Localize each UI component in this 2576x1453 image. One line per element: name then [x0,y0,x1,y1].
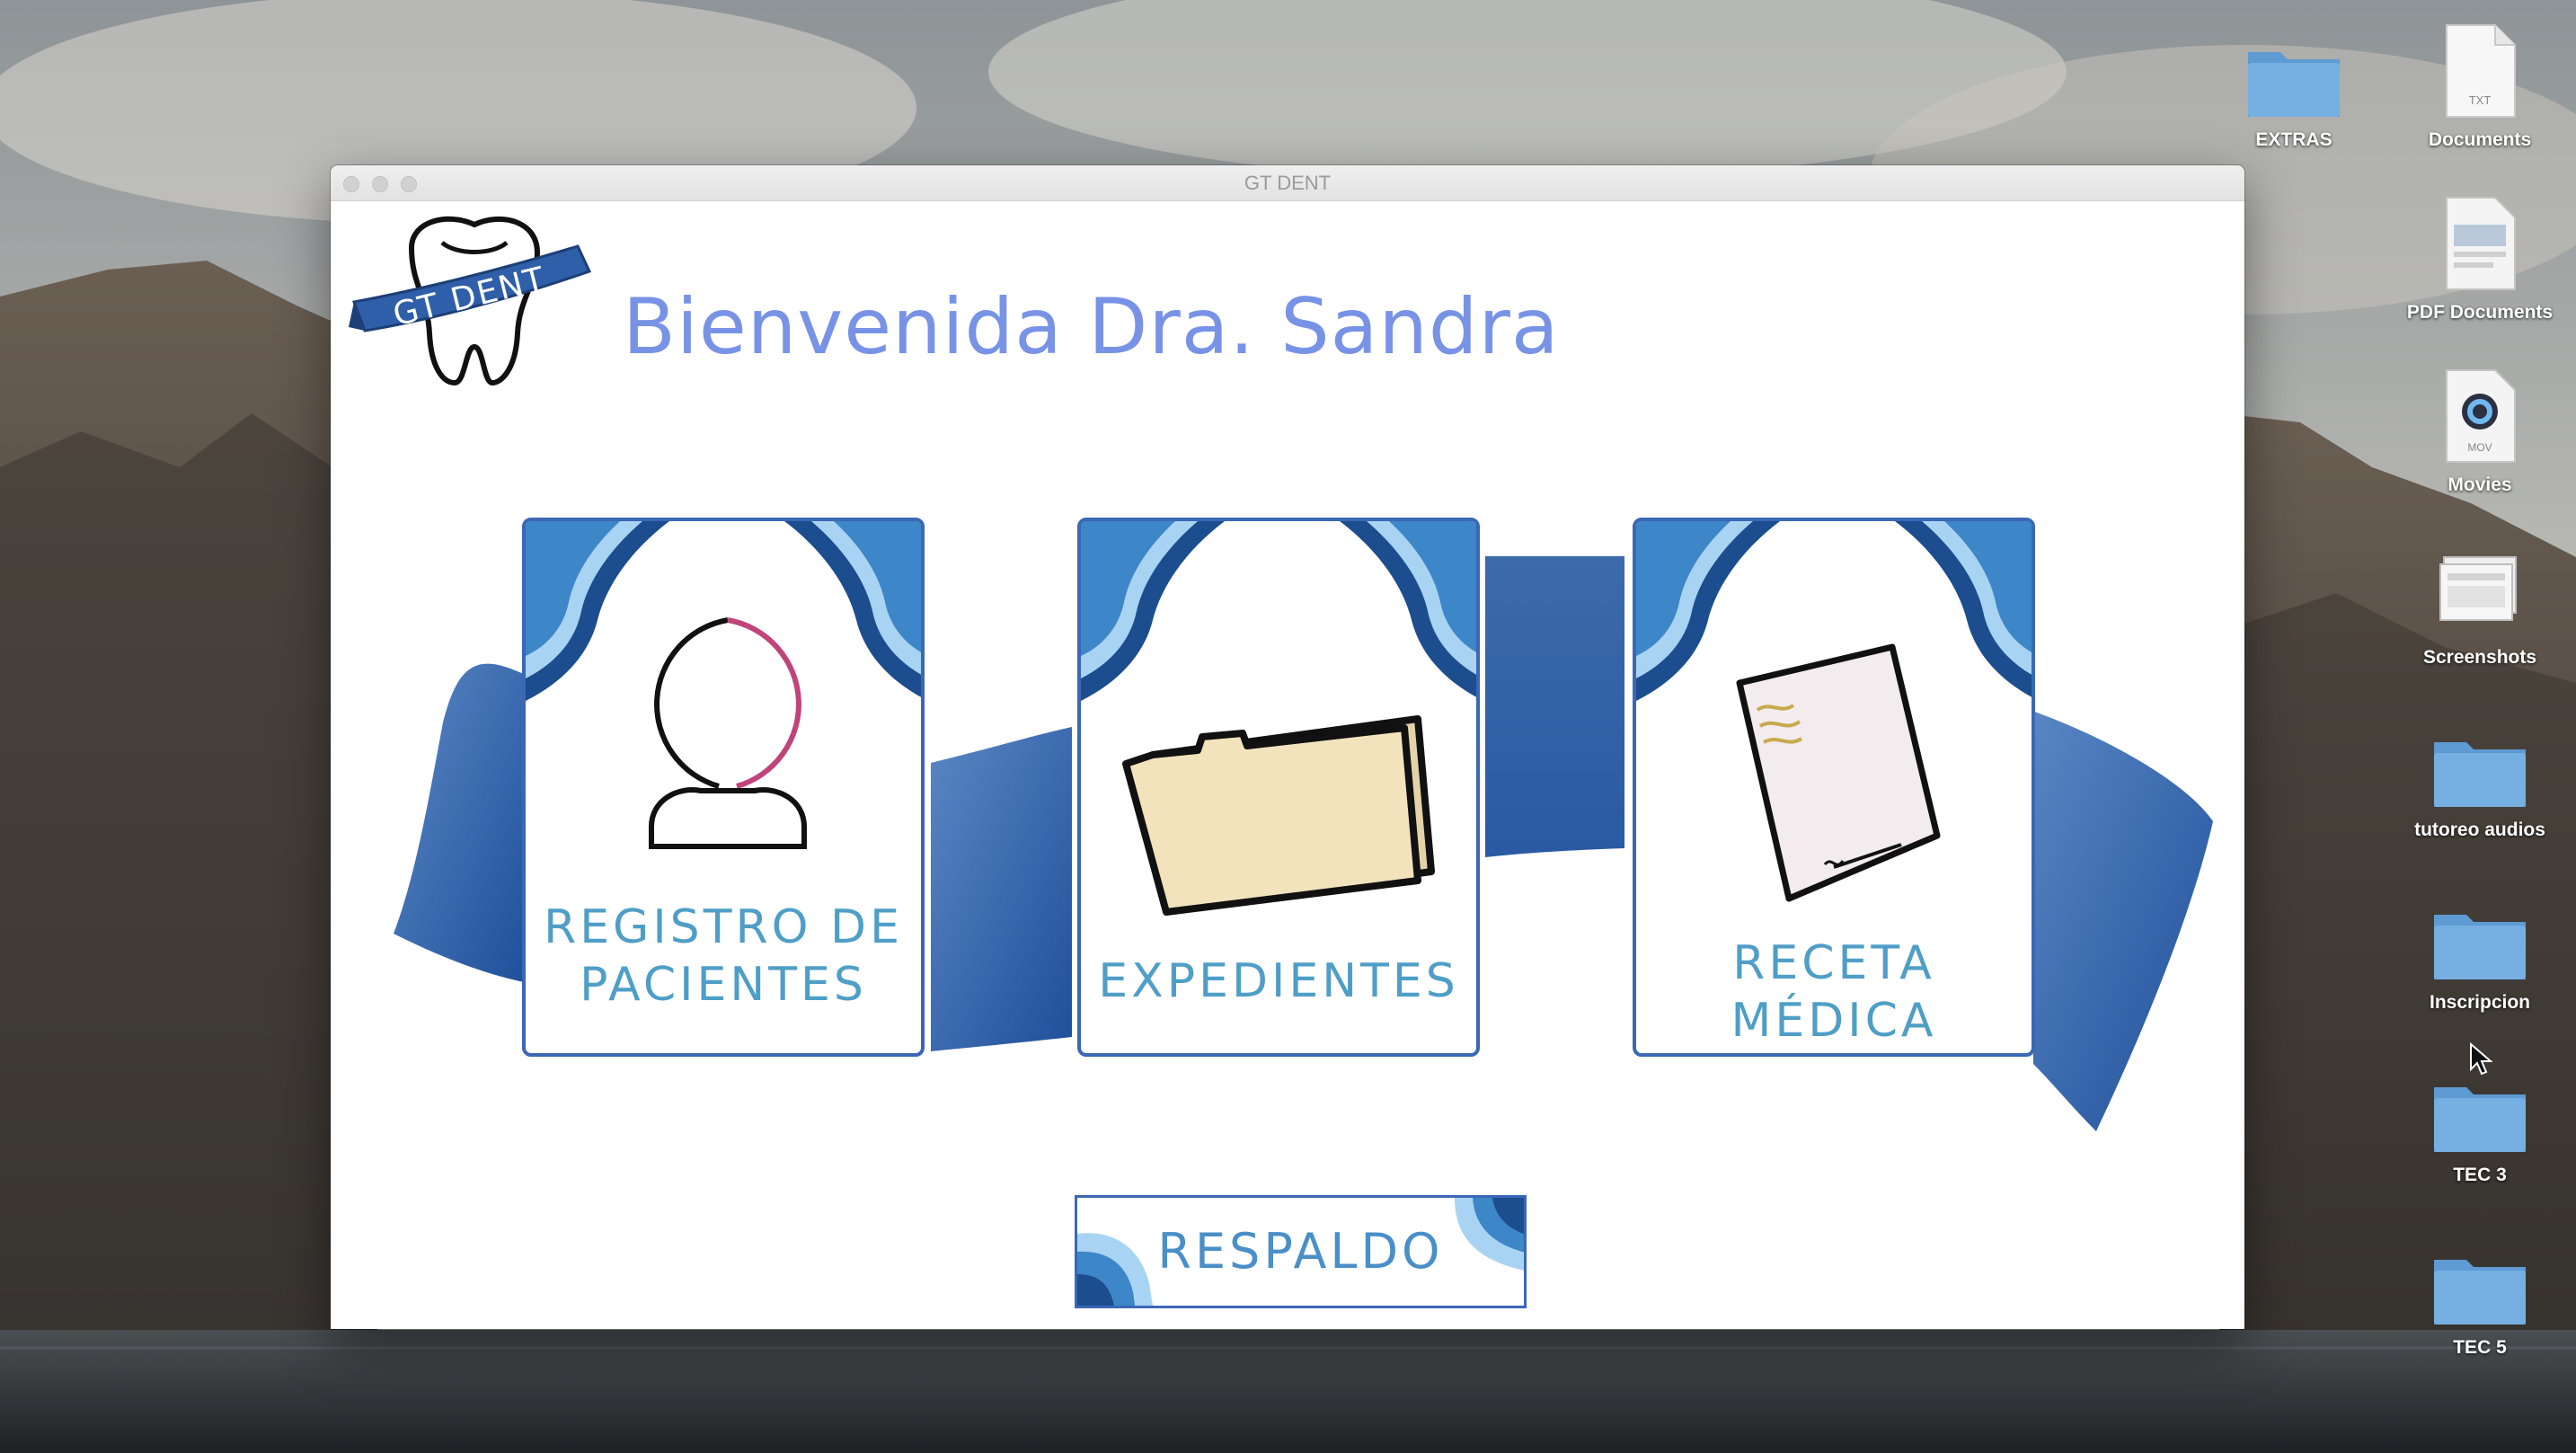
title-bar[interactable]: GT DENT [331,165,2244,201]
desktop-folder-tutoreo-audios[interactable]: tutoreo audios [2395,703,2565,841]
patient-avatar-icon [649,617,807,849]
desktop-file-pdf-documents[interactable]: PDF Documents [2395,185,2565,323]
receta-medica-label: RECETA MÉDICA [1731,936,1937,1048]
registro-pacientes-card[interactable]: REGISTRO DE PACIENTES [522,518,925,1057]
txt-badge: TXT [2469,93,2492,107]
minimize-window-button[interactable] [372,176,388,192]
desktop-file-movies[interactable]: MOV Movies [2395,358,2565,496]
screenshot-stack-icon [2426,530,2534,638]
expedientes-label: EXPEDIENTES [1098,954,1459,1008]
welcome-heading: Bienvenida Dra. Sandra [623,282,1560,372]
wave-decoration [1081,521,1476,701]
registro-pacientes-label: REGISTRO DE PACIENTES [544,900,903,1012]
document-preview-icon [2426,185,2534,293]
folder-icon [2240,13,2348,120]
folder-icon [2426,1220,2534,1328]
desktop-folder-extras[interactable]: EXTRAS [2209,13,2379,151]
folder-icon [1122,715,1435,916]
receta-medica-card[interactable]: RECETA MÉDICA [1633,518,2035,1057]
text-file-icon: TXT [2426,13,2534,120]
desktop-file-documents[interactable]: TXT Documents [2395,13,2565,151]
window-controls [343,176,417,192]
desktop-icon-label: TEC 3 [2453,1165,2507,1185]
mouse-cursor-icon [2470,1042,2492,1076]
zoom-window-button[interactable] [401,176,417,192]
desktop-icon-label: PDF Documents [2406,302,2554,323]
mov-badge: MOV [2467,441,2492,454]
expedientes-card[interactable]: EXPEDIENTES [1077,518,1480,1057]
prescription-paper-icon [1736,643,1941,902]
respaldo-button[interactable]: RESPALDO [1075,1195,1527,1308]
desktop-folder-inscripcion[interactable]: Inscripcion [2395,875,2565,1014]
quicktime-movie-icon: MOV [2426,358,2534,465]
desktop-icon-label: TEC 5 [2453,1337,2507,1358]
desktop-icon-label: Inscripcion [2429,992,2531,1013]
window-title: GT DENT [1244,171,1332,194]
main-content: GT DENT Bienvenida Dra. Sandra REGISTRO … [331,201,2244,1329]
folder-icon [2426,875,2534,983]
app-window: GT DENT GT DENT Bienvenida Dra. Sandra R… [331,165,2244,1329]
folder-icon [2426,703,2534,811]
desktop-icon-label: EXTRAS [2255,129,2333,150]
desktop-icon-label: Movies [2448,474,2512,495]
gt-dent-logo: GT DENT [349,216,592,386]
desktop-icon-label: tutoreo audios [2414,820,2545,840]
desktop-icon-label: Screenshots [2422,647,2537,668]
desktop-file-screenshots[interactable]: Screenshots [2395,530,2565,669]
close-window-button[interactable] [343,176,359,192]
desktop-icon-label: Documents [2428,129,2532,150]
respaldo-label: RESPALDO [1157,1223,1444,1280]
desktop-folder-tec-5[interactable]: TEC 5 [2395,1220,2565,1359]
